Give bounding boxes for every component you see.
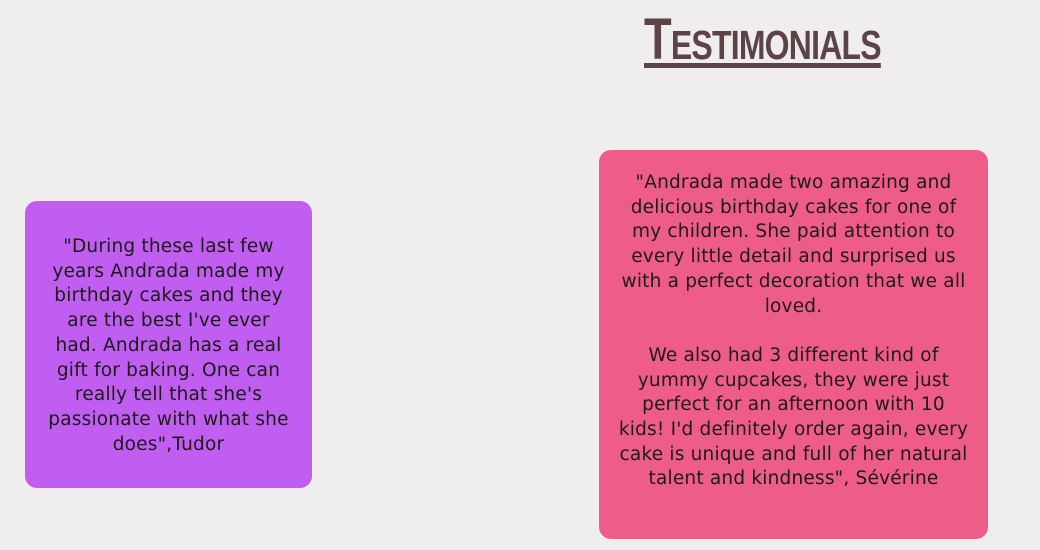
testimonial-card-tudor: "During these last few years Andrada mad… [25, 201, 312, 488]
page-title: Testimonials [644, 7, 882, 72]
testimonial-text: "During these last few years Andrada mad… [48, 236, 289, 455]
testimonial-paragraph-2: We also had 3 different kind of yummy cu… [618, 344, 969, 490]
testimonial-card-severine: "Andrada made two amazing and delicious … [599, 150, 988, 539]
testimonial-paragraph-1: "Andrada made two amazing and delicious … [621, 172, 966, 317]
